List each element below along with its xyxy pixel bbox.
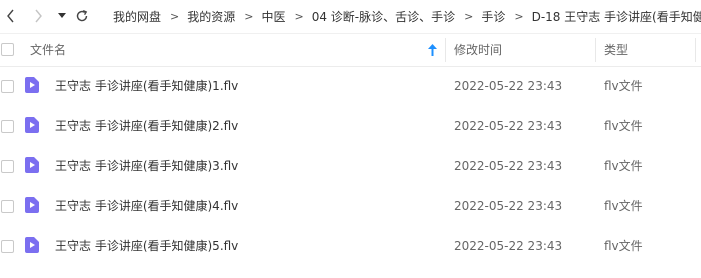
breadcrumb-separator: > [170,9,180,23]
file-row[interactable]: 王守志 手诊讲座(看手知健康)2.flv 2022-05-22 23:43 fl… [0,106,701,146]
file-name[interactable]: 王守志 手诊讲座(看手知健康)3.flv [55,146,238,186]
video-file-icon [25,157,39,173]
refresh-icon [76,9,88,22]
video-file-icon [25,77,39,93]
file-type: flv文件 [604,239,643,253]
file-modified-time: 2022-05-22 23:43 [454,119,563,133]
breadcrumb-item-diagnosis[interactable]: 04 诊断-脉诊、舌诊、手诊 [312,8,455,25]
row-checkbox[interactable] [1,240,14,253]
refresh-button[interactable] [71,0,93,32]
file-name[interactable]: 王守志 手诊讲座(看手知健康)2.flv [55,106,238,146]
row-checkbox[interactable] [1,200,14,213]
breadcrumb-item-my-drive[interactable]: 我的网盘 [113,8,161,25]
file-type: flv文件 [604,119,643,133]
video-file-icon [25,197,39,213]
file-name[interactable]: 王守志 手诊讲座(看手知健康)5.flv [55,226,238,266]
breadcrumb-separator: > [464,9,474,23]
file-type: flv文件 [604,79,643,93]
video-file-icon [25,117,39,133]
row-checkbox[interactable] [1,120,14,133]
back-button[interactable] [0,0,22,32]
chevron-right-icon [35,9,42,23]
navigation-toolbar: 我的网盘 > 我的资源 > 中医 > 04 诊断-脉诊、舌诊、手诊 > 手诊 >… [0,0,701,32]
column-divider[interactable] [695,38,696,62]
file-list-header: 文件名 修改时间 类型 [0,33,701,67]
row-checkbox[interactable] [1,80,14,93]
file-modified-time: 2022-05-22 23:43 [454,79,563,93]
breadcrumb: 我的网盘 > 我的资源 > 中医 > 04 诊断-脉诊、舌诊、手诊 > 手诊 >… [113,0,701,32]
row-checkbox[interactable] [1,160,14,173]
file-modified-time: 2022-05-22 23:43 [454,239,563,253]
breadcrumb-item-hand-diagnosis[interactable]: 手诊 [481,8,505,25]
video-file-icon [25,237,39,253]
column-header-modified[interactable]: 修改时间 [454,34,502,66]
breadcrumb-item-tcm[interactable]: 中医 [261,8,285,25]
forward-button[interactable] [27,0,49,32]
caret-down-icon [58,13,66,18]
breadcrumb-item-my-resources[interactable]: 我的资源 [187,8,235,25]
column-divider[interactable] [445,38,446,62]
file-row[interactable]: 王守志 手诊讲座(看手知健康)5.flv 2022-05-22 23:43 fl… [0,226,701,266]
breadcrumb-separator: > [244,9,254,23]
file-type: flv文件 [604,159,643,173]
breadcrumb-item-current-folder[interactable]: D-18 王守志 手诊讲座(看手知健康 [532,8,701,25]
file-modified-time: 2022-05-22 23:43 [454,199,563,213]
file-modified-time: 2022-05-22 23:43 [454,159,563,173]
file-name[interactable]: 王守志 手诊讲座(看手知健康)1.flv [55,66,238,106]
column-divider[interactable] [595,38,596,62]
history-dropdown-button[interactable] [51,0,73,32]
column-header-name[interactable]: 文件名 [30,34,66,66]
select-all-checkbox[interactable] [1,43,14,56]
file-row[interactable]: 王守志 手诊讲座(看手知健康)4.flv 2022-05-22 23:43 fl… [0,186,701,226]
file-type: flv文件 [604,199,643,213]
file-row[interactable]: 王守志 手诊讲座(看手知健康)3.flv 2022-05-22 23:43 fl… [0,146,701,186]
breadcrumb-separator: > [294,9,304,23]
chevron-left-icon [7,9,14,23]
column-header-type[interactable]: 类型 [604,34,628,66]
breadcrumb-separator: > [514,9,524,23]
file-row[interactable]: 王守志 手诊讲座(看手知健康)1.flv 2022-05-22 23:43 fl… [0,66,701,106]
file-name[interactable]: 王守志 手诊讲座(看手知健康)4.flv [55,186,238,226]
sort-ascending-arrow-icon [428,44,437,56]
